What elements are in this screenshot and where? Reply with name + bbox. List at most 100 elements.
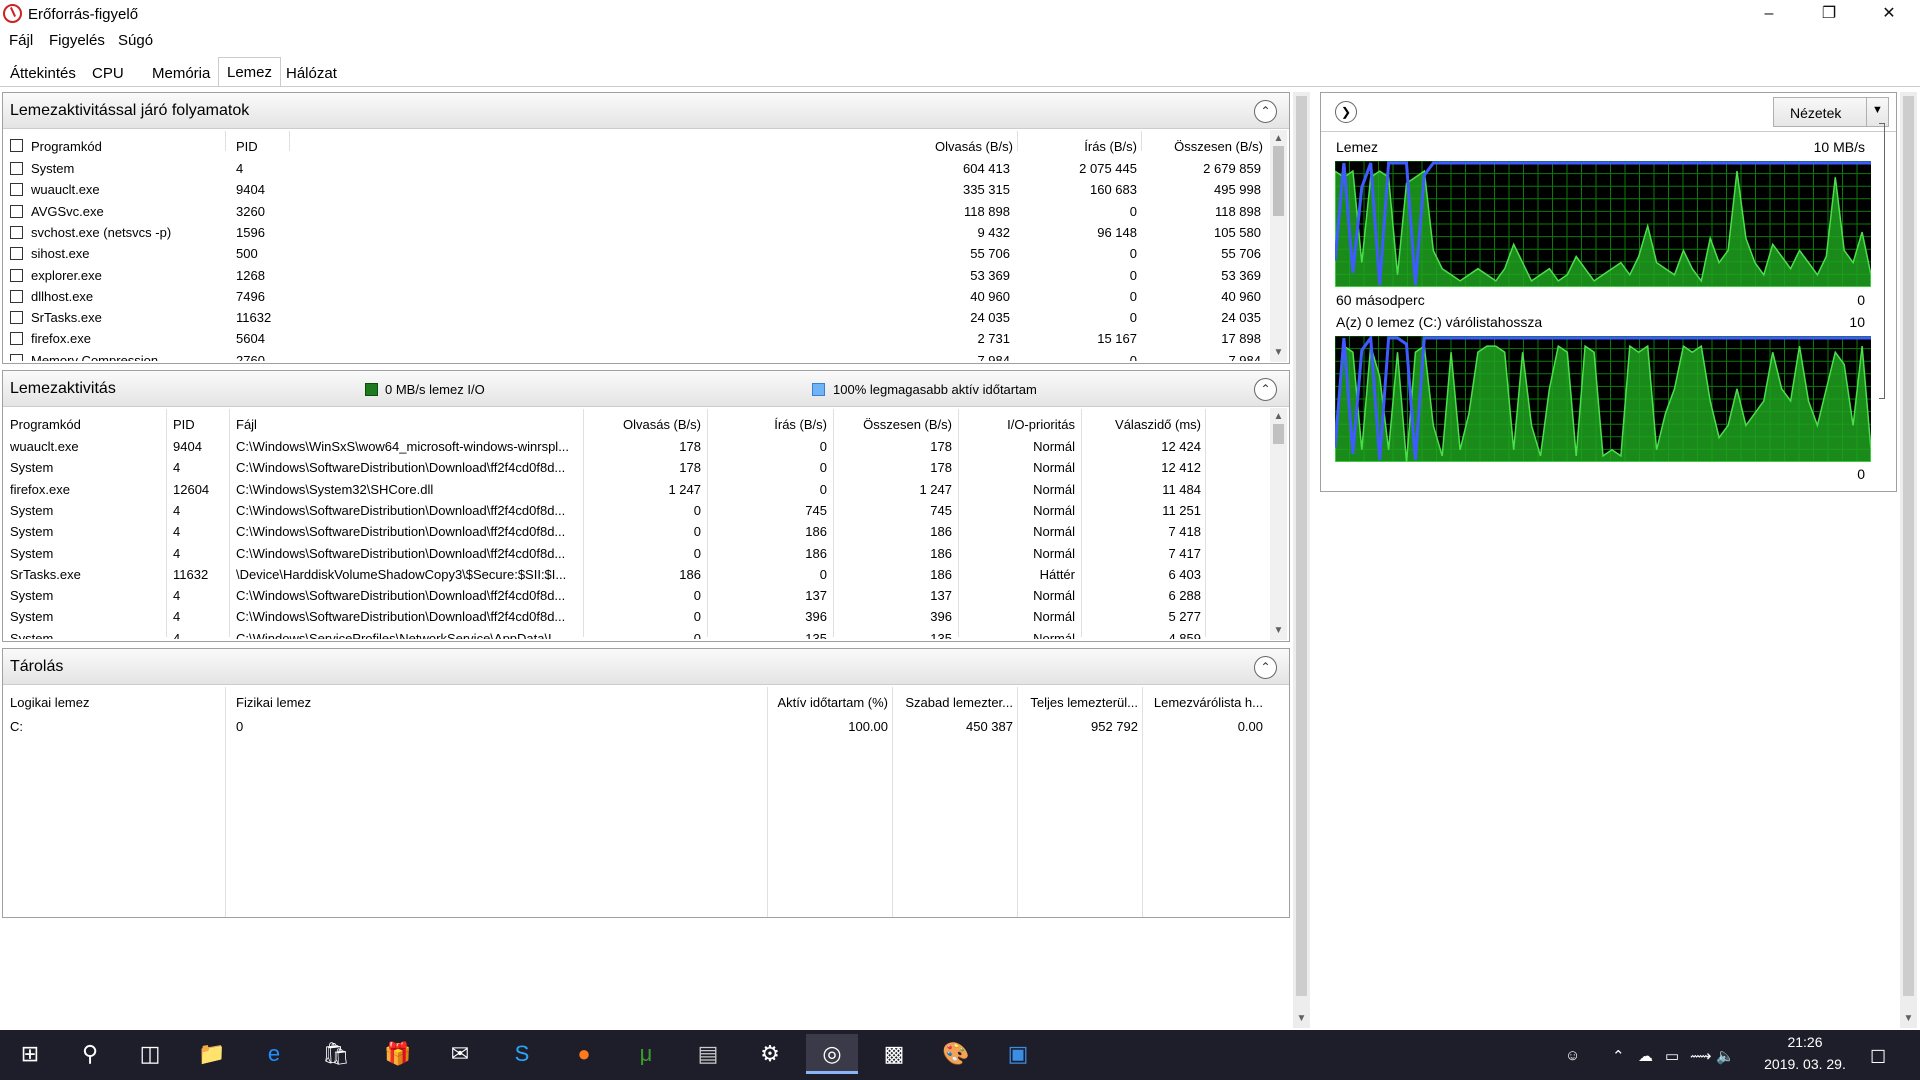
paint-icon[interactable]: 🎨 — [934, 1034, 978, 1074]
views-dropdown[interactable]: Nézetek ▼ — [1773, 97, 1889, 127]
table-row[interactable]: System 4 C:\Windows\SoftwareDistribution\D… — [3, 522, 1268, 543]
start-windows-icon[interactable]: ⊞ — [8, 1034, 52, 1074]
table-row[interactable]: wuauclt.exe 9404 C:\Windows\WinSxS\wow64_m… — [3, 437, 1268, 458]
edge-icon[interactable]: e — [252, 1034, 296, 1074]
table-row[interactable]: System 4 C:\Windows\SoftwareDistribution\D… — [3, 458, 1268, 479]
settings-gear-icon[interactable]: ⚙ — [748, 1034, 792, 1074]
onedrive-cloud-icon[interactable]: ☁ — [1638, 1047, 1653, 1065]
col-pid[interactable]: PID — [173, 417, 195, 432]
scroll-up-arrow[interactable]: ▲ — [1270, 132, 1287, 146]
utorrent-icon[interactable]: μ — [624, 1034, 668, 1074]
scroll-thumb[interactable] — [1273, 146, 1284, 216]
table-row[interactable]: Memory Compression 2760 7 984 0 7 984 — [3, 351, 1268, 361]
tab-memory[interactable]: Memória — [144, 59, 218, 86]
table-row[interactable]: svchost.exe (netsvcs -p) 1596 9 432 96 148 1… — [3, 223, 1268, 244]
tab-overview[interactable]: Áttekintés — [2, 59, 84, 86]
notifications-icon[interactable]: ☐ — [1870, 1047, 1886, 1068]
col-response[interactable]: Válaszidő (ms) — [1083, 417, 1201, 432]
row-checkbox[interactable] — [10, 225, 23, 239]
row-checkbox[interactable] — [10, 268, 23, 282]
search-icon[interactable]: ⚲ — [68, 1034, 112, 1074]
scroll-thumb[interactable] — [1296, 96, 1307, 996]
vertical-scrollbar[interactable]: ▲ ▼ — [1270, 130, 1287, 362]
row-checkbox[interactable] — [10, 332, 23, 346]
scroll-down-arrow[interactable]: ▼ — [1900, 1012, 1917, 1026]
col-active-time[interactable]: Aktív időtartam (%) — [763, 695, 888, 710]
scroll-down-arrow[interactable]: ▼ — [1293, 1012, 1310, 1026]
vertical-scrollbar[interactable]: ▲ ▼ — [1270, 408, 1287, 640]
scroll-thumb[interactable] — [1273, 424, 1284, 444]
mail-icon[interactable]: ✉ — [438, 1034, 482, 1074]
collapse-button[interactable]: ⌃ — [1254, 378, 1277, 401]
scroll-up-arrow[interactable]: ▲ — [1270, 410, 1287, 424]
resource-monitor-taskbar-icon[interactable]: ◎ — [806, 1034, 858, 1074]
row-checkbox[interactable] — [10, 311, 23, 325]
remote-desktop-icon[interactable]: ▣ — [996, 1034, 1040, 1074]
row-checkbox[interactable] — [10, 204, 23, 218]
col-total[interactable]: Összesen (B/s) — [1123, 139, 1263, 154]
panel-header[interactable]: Lemezaktivitással járó folyamatok ⌃ — [3, 93, 1289, 129]
col-file[interactable]: Fájl — [236, 417, 257, 432]
col-physical-disk[interactable]: Fizikai lemez — [236, 695, 311, 710]
close-button[interactable]: ✕ — [1866, 0, 1912, 28]
table-row[interactable]: AVGSvc.exe 3260 118 898 0 118 898 — [3, 202, 1268, 223]
people-icon[interactable]: ☺ — [1565, 1047, 1580, 1064]
file-explorer-icon[interactable]: 📁 — [190, 1034, 234, 1074]
col-write[interactable]: Írás (B/s) — [703, 417, 827, 432]
table-row[interactable]: firefox.exe 12604 C:\Windows\System32\SHCo… — [3, 480, 1268, 501]
table-row[interactable]: sihost.exe 500 55 706 0 55 706 — [3, 244, 1268, 265]
col-image[interactable]: Programkód — [31, 139, 102, 154]
col-read[interactable]: Olvasás (B/s) — [873, 139, 1013, 154]
scanner-icon[interactable]: ▤ — [686, 1034, 730, 1074]
scroll-thumb[interactable] — [1903, 96, 1914, 996]
task-view-icon[interactable]: ◫ — [128, 1034, 172, 1074]
table-row[interactable]: C: 0 100.00 450 387 952 792 0.00 — [3, 719, 1268, 740]
table-row[interactable]: SrTasks.exe 11632 24 035 0 24 035 — [3, 308, 1268, 329]
table-row[interactable]: System 4 C:\Windows\ServiceProfiles\Networ… — [3, 629, 1268, 639]
panel-header[interactable]: Tárolás ⌃ — [3, 649, 1289, 685]
menu-help[interactable]: Súgó — [118, 32, 153, 49]
battery-icon[interactable]: ▭ — [1665, 1047, 1679, 1065]
col-total-space[interactable]: Teljes lemezterül... — [1018, 695, 1138, 710]
col-logical-disk[interactable]: Logikai lemez — [10, 695, 90, 710]
tab-cpu[interactable]: CPU — [84, 59, 132, 86]
row-checkbox[interactable] — [10, 162, 23, 175]
table-row[interactable]: SrTasks.exe 11632 \Device\HarddiskVolumeSh… — [3, 565, 1268, 586]
row-checkbox[interactable] — [10, 183, 23, 197]
col-total[interactable]: Összesen (B/s) — [833, 417, 952, 432]
table-row[interactable]: dllhost.exe 7496 40 960 0 40 960 — [3, 287, 1268, 308]
panel-header[interactable]: Lemezaktivitás 0 MB/s lemez I/O 100% leg… — [3, 371, 1289, 407]
table-row[interactable]: explorer.exe 1268 53 369 0 53 369 — [3, 266, 1268, 287]
right-vertical-scrollbar[interactable]: ▼ — [1900, 92, 1917, 1028]
row-checkbox[interactable] — [10, 353, 23, 361]
gift-icon[interactable]: 🎁 — [376, 1034, 420, 1074]
col-pid[interactable]: PID — [236, 139, 258, 154]
select-all-checkbox[interactable] — [10, 139, 23, 152]
row-checkbox[interactable] — [10, 289, 23, 303]
table-row[interactable]: firefox.exe 5604 2 731 15 167 17 898 — [3, 329, 1268, 350]
col-queue-length[interactable]: Lemezvárólista h... — [1143, 695, 1263, 710]
menu-file[interactable]: Fájl — [9, 32, 33, 49]
wifi-icon[interactable]: ⟿ — [1690, 1047, 1712, 1065]
table-row[interactable]: System 4 604 413 2 075 445 2 679 859 — [3, 159, 1268, 180]
command-prompt-icon[interactable]: ▩ — [872, 1034, 916, 1074]
scroll-down-arrow[interactable]: ▼ — [1270, 346, 1287, 360]
tab-network[interactable]: Hálózat — [278, 59, 345, 86]
row-checkbox[interactable] — [10, 247, 23, 261]
col-write[interactable]: Írás (B/s) — [1003, 139, 1137, 154]
resize-handle[interactable] — [1879, 123, 1885, 399]
skype-icon[interactable]: S — [500, 1034, 544, 1074]
scroll-down-arrow[interactable]: ▼ — [1270, 624, 1287, 638]
table-row[interactable]: System 4 C:\Windows\SoftwareDistribution\D… — [3, 607, 1268, 628]
store-icon[interactable]: 🛍 — [314, 1034, 358, 1074]
table-row[interactable]: System 4 C:\Windows\SoftwareDistribution\D… — [3, 544, 1268, 565]
maximize-button[interactable]: ❐ — [1806, 0, 1852, 28]
firefox-icon[interactable]: ● — [562, 1034, 606, 1074]
table-row[interactable]: wuauclt.exe 9404 335 315 160 683 495 998 — [3, 180, 1268, 201]
col-priority[interactable]: I/O-prioritás — [953, 417, 1075, 432]
table-row[interactable]: System 4 C:\Windows\SoftwareDistribution\D… — [3, 586, 1268, 607]
col-free-space[interactable]: Szabad lemezter... — [893, 695, 1013, 710]
expand-arrow-button[interactable]: ❯ — [1335, 101, 1357, 123]
volume-icon[interactable]: 🔈 — [1716, 1047, 1735, 1065]
table-row[interactable]: System 4 C:\Windows\SoftwareDistribution\D… — [3, 501, 1268, 522]
